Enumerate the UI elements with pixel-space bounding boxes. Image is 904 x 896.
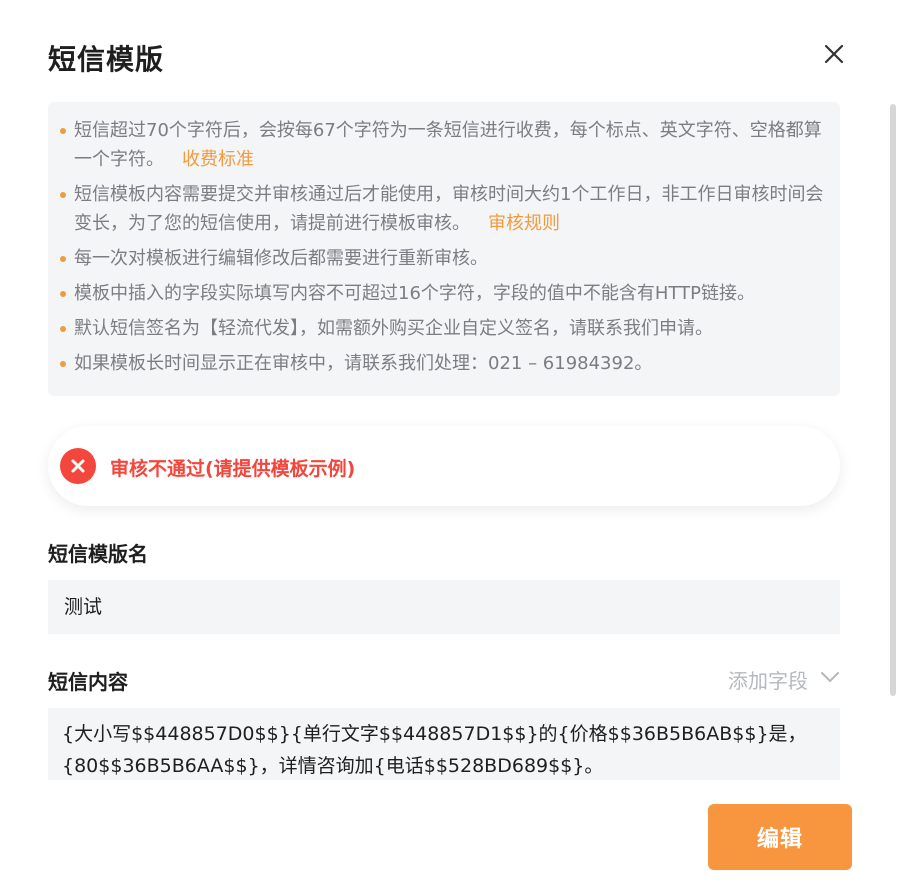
review-rules-link[interactable]: 审核规则 (488, 213, 560, 234)
scrollbar[interactable] (890, 100, 898, 800)
error-circle-icon (60, 448, 96, 484)
review-status-card: 审核不通过(请提供模板示例) (48, 426, 840, 506)
close-button[interactable] (820, 40, 848, 68)
scrollbar-thumb[interactable] (890, 104, 896, 696)
sms-content-label: 短信内容 (48, 670, 128, 694)
review-status-text: 审核不通过(请提供模板示例) (110, 458, 356, 480)
chevron-down-icon (821, 672, 839, 682)
close-icon (824, 44, 844, 64)
sms-template-dialog: 短信模版 短信超过70个字符后，会按每67个字符为一条短信进行收费，每个标点、英… (0, 0, 904, 896)
add-field-dropdown[interactable]: 添加字段 (728, 665, 839, 694)
notice-item: 模板中插入的字段实际填写内容不可超过16个字符，字段的值中不能含有HTTP链接。 (58, 279, 824, 308)
sms-content-textarea[interactable]: {大小写$$448857D0$$}{单行文字$$448857D1$$}的{价格$… (48, 708, 840, 780)
dialog-title: 短信模版 (48, 43, 165, 76)
notice-panel: 短信超过70个字符后，会按每67个字符为一条短信进行收费，每个标点、英文字符、空… (48, 102, 840, 396)
edit-button[interactable]: 编辑 (708, 804, 852, 870)
billing-standard-link[interactable]: 收费标准 (182, 149, 254, 170)
template-name-label: 短信模版名 (48, 542, 148, 566)
notice-item: 短信超过70个字符后，会按每67个字符为一条短信进行收费，每个标点、英文字符、空… (58, 116, 824, 174)
add-field-label: 添加字段 (728, 669, 808, 693)
notice-item: 短信模板内容需要提交并审核通过后才能使用，审核时间大约1个工作日，非工作日审核时… (58, 180, 824, 238)
notice-item: 默认短信签名为【轻流代发】，如需额外购买企业自定义签名，请联系我们申请。 (58, 314, 824, 343)
template-name-input[interactable]: 测试 (48, 580, 840, 634)
notice-list: 短信超过70个字符后，会按每67个字符为一条短信进行收费，每个标点、英文字符、空… (58, 116, 824, 378)
notice-item: 每一次对模板进行编辑修改后都需要进行重新审核。 (58, 244, 824, 273)
notice-item: 如果模板长时间显示正在审核中，请联系我们处理：021 – 61984392。 (58, 349, 824, 378)
